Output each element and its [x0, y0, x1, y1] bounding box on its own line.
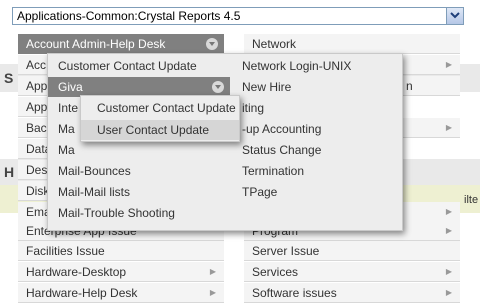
submenu-item-tpage[interactable]: TPage	[232, 182, 402, 202]
submenu-arrow-icon: ▶	[445, 123, 452, 132]
submenu-item-mail-lists[interactable]: Mail-Mail lists	[48, 182, 230, 202]
submenu-panel-level-1: Customer Contact Update Giva Inte Ma Ma …	[47, 53, 403, 231]
submenu-item-user-contact-update[interactable]: User Contact Update	[81, 120, 239, 140]
submenu-item-customer-contact-update[interactable]: Customer Contact Update	[81, 98, 239, 118]
background-filter-text: ilte	[464, 194, 479, 206]
category-select[interactable]: Applications-Common:Crystal Reports 4.5	[12, 7, 464, 25]
submenu-arrow-icon: ▶	[445, 288, 452, 297]
submenu-panel-level-2: Customer Contact Update User Contact Upd…	[80, 95, 240, 142]
chevron-down-icon	[206, 38, 218, 50]
menu-item-hardware-desktop[interactable]: Hardware-Desktop ▶	[18, 262, 224, 282]
submenu-item-network-login-unix[interactable]: Network Login-UNIX	[232, 56, 402, 76]
submenu-item-termination[interactable]: Termination	[232, 161, 402, 181]
submenu-arrow-icon: ▶	[445, 207, 452, 216]
submenu-item-status-change[interactable]: Status Change	[232, 140, 402, 160]
background-heading-letter: S	[4, 70, 14, 86]
menu-item-software-issues[interactable]: Software issues ▶	[244, 283, 460, 303]
submenu-item-mail-trouble-shooting[interactable]: Mail-Trouble Shooting	[48, 203, 230, 223]
submenu-arrow-icon: ▶	[445, 60, 452, 69]
background-heading-letter: H	[4, 164, 15, 180]
submenu-item-giva[interactable]: Giva	[48, 77, 230, 97]
menu-item-services[interactable]: Services ▶	[244, 262, 460, 282]
menu-item-hardware-help-desk[interactable]: Hardware-Help Desk ▶	[18, 283, 224, 303]
submenu-arrow-icon: ▶	[209, 288, 216, 297]
submenu-item-new-hire[interactable]: New Hire	[232, 77, 402, 97]
select-dropdown-button[interactable]	[446, 8, 463, 24]
submenu-arrow-icon: ▶	[445, 226, 452, 235]
menu-item-server-issue[interactable]: Server Issue	[244, 241, 460, 261]
submenu-item[interactable]: iting	[232, 98, 402, 118]
submenu-item[interactable]: -up Accounting	[232, 119, 402, 139]
submenu-arrow-icon: ▶	[209, 267, 216, 276]
submenu-item-customer-contact-update[interactable]: Customer Contact Update	[48, 56, 230, 76]
category-select-value: Applications-Common:Crystal Reports 4.5	[17, 9, 241, 23]
submenu-arrow-icon: ▶	[445, 267, 452, 276]
submenu-item-mail-bounces[interactable]: Mail-Bounces	[48, 161, 230, 181]
menu-item-account-admin[interactable]: Account Admin-Help Desk	[18, 34, 224, 54]
chevron-down-icon	[450, 12, 460, 19]
submenu-item[interactable]: Ma	[48, 140, 230, 160]
chevron-down-icon	[212, 81, 224, 93]
menu-item-facilities-issue[interactable]: Facilities Issue	[18, 241, 224, 261]
menu-item-network[interactable]: Network	[244, 34, 460, 54]
